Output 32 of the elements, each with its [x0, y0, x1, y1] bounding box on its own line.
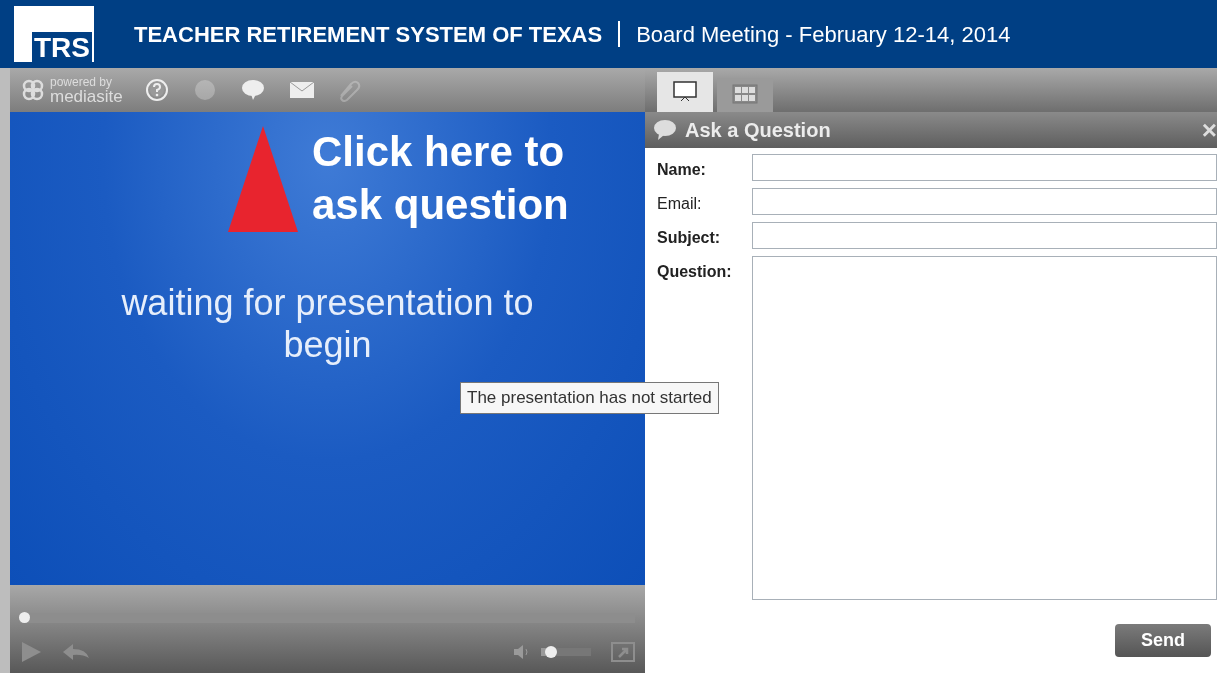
input-field[interactable]	[752, 188, 1217, 215]
close-button[interactable]: ×	[1201, 117, 1217, 143]
logo-text: TRS	[32, 32, 92, 62]
progress-thumb[interactable]	[19, 612, 30, 623]
input-field[interactable]	[752, 222, 1217, 249]
powered-by-text: powered by	[50, 75, 113, 88]
send-button[interactable]: Send	[1115, 624, 1211, 657]
back-button[interactable]	[62, 642, 90, 662]
play-button[interactable]	[20, 641, 42, 663]
volume-thumb[interactable]	[545, 646, 557, 658]
field-label: Email:	[657, 194, 703, 214]
waiting-message: waiting for presentation to begin	[120, 282, 535, 365]
annotation-text: Click here to ask question	[312, 127, 570, 230]
mediasite-logo-icon	[20, 78, 46, 102]
monitor-icon	[671, 80, 699, 104]
speech-bubble-icon	[653, 119, 677, 141]
popout-icon[interactable]	[611, 642, 635, 662]
question-field[interactable]	[752, 256, 1217, 600]
field-label: Question:	[657, 262, 733, 282]
tooltip: The presentation has not started	[460, 382, 719, 414]
speaker-icon[interactable]	[513, 644, 531, 660]
field-label: Name:	[657, 160, 707, 180]
grid-icon	[731, 83, 759, 107]
slide-view-tab[interactable]	[657, 72, 713, 112]
help-button[interactable]	[144, 78, 171, 102]
event-title: Board Meeting - February 12-14, 2014	[636, 20, 1011, 49]
dialog-title: Ask a Question	[685, 118, 831, 143]
brand-name: mediasite	[50, 87, 123, 105]
organization-title: TEACHER RETIREMENT SYSTEM OF TEXAS	[134, 20, 603, 49]
input-field[interactable]	[752, 154, 1217, 181]
speech-bubble-button[interactable]	[240, 78, 267, 102]
field-label: Subject:	[657, 228, 722, 248]
